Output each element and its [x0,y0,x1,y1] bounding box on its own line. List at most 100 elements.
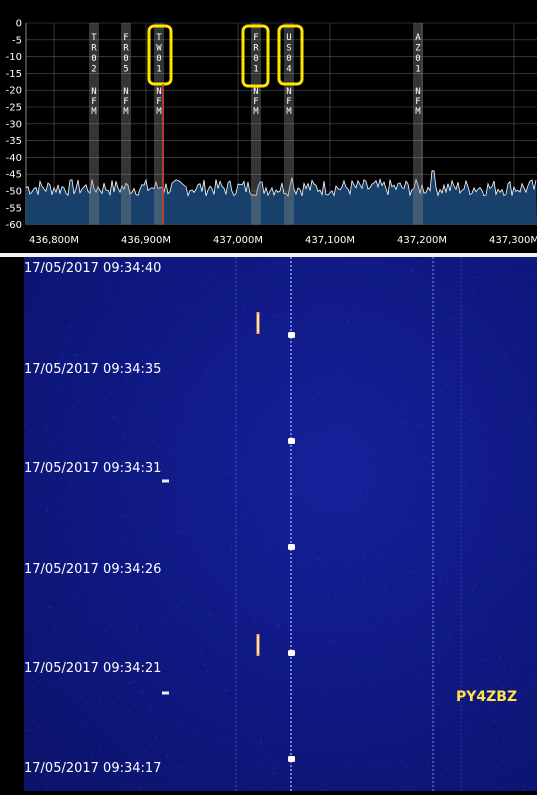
y-axis-tick-label: -15 [6,69,22,80]
noise-speck [126,288,127,289]
noise-speck [412,271,413,272]
noise-speck [227,472,228,473]
noise-speck [203,457,204,458]
noise-speck [423,261,424,262]
frequency-axis-labels: 436,800M436,900M437,000M437,100M437,200M… [29,235,537,246]
noise-speck [477,277,478,278]
noise-speck [318,472,319,473]
noise-speck [303,560,304,561]
noise-speck [174,596,175,597]
timestamp-label: 17/05/2017 09:34:21 [24,662,161,676]
noise-speck [509,508,510,509]
noise-speck [27,504,28,505]
noise-speck [183,727,184,728]
noise-speck [487,467,488,468]
noise-speck [105,430,106,431]
noise-speck [58,503,59,504]
noise-speck [55,335,56,336]
noise-speck [404,591,405,592]
noise-speck [406,766,407,767]
noise-speck [481,370,482,371]
noise-speck [479,473,480,474]
waterfall-area[interactable] [24,257,537,791]
noise-speck [503,682,504,683]
noise-speck [89,450,90,451]
noise-speck [116,622,117,623]
noise-speck [236,703,237,704]
noise-speck [321,276,322,277]
noise-speck [382,351,383,352]
noise-speck [327,486,328,487]
noise-speck [474,616,475,617]
noise-speck [155,380,156,381]
noise-speck [439,264,440,265]
noise-speck [514,271,515,272]
signal-blip [288,756,295,762]
noise-speck [253,683,254,684]
noise-speck [515,380,516,381]
noise-speck [382,343,383,344]
noise-speck [286,432,287,433]
noise-speck [394,650,395,651]
noise-speck [66,453,67,454]
noise-speck [243,304,244,305]
noise-speck [298,317,299,318]
noise-speck [281,629,282,630]
noise-speck [422,588,423,589]
noise-speck [260,258,261,259]
noise-speck [475,584,476,585]
noise-speck [169,358,170,359]
noise-speck [494,359,495,360]
noise-speck [149,678,150,679]
noise-speck [322,652,323,653]
noise-speck [109,457,110,458]
noise-speck [35,654,36,655]
noise-speck [210,273,211,274]
noise-speck [459,645,460,646]
noise-speck [409,568,410,569]
noise-speck [400,417,401,418]
noise-speck [285,704,286,705]
noise-speck [25,420,26,421]
noise-speck [434,355,435,356]
noise-speck [314,274,315,275]
noise-speck [393,785,394,786]
noise-speck [461,363,462,364]
waterfall-panel[interactable]: 17/05/2017 09:34:40 17/05/2017 09:34:35 … [0,257,537,791]
spectrum-panel[interactable]: 0-5-10-15-20-25-30-35-40-45-50-55-60 TR0… [0,0,537,253]
noise-speck [333,319,334,320]
noise-speck [227,610,228,611]
noise-speck [293,493,294,494]
noise-speck [504,285,505,286]
noise-speck [140,499,141,500]
noise-speck [310,404,311,405]
noise-speck [444,788,445,789]
noise-speck [288,776,289,777]
noise-speck [297,287,298,288]
channel-name-char: 1 [156,65,161,75]
noise-speck [184,494,185,495]
noise-speck [193,733,194,734]
noise-speck [408,789,409,790]
noise-speck [92,697,93,698]
noise-speck [50,443,51,444]
noise-speck [360,338,361,339]
noise-speck [335,638,336,639]
noise-speck [492,684,493,685]
noise-speck [280,264,281,265]
noise-speck [496,767,497,768]
noise-speck [175,340,176,341]
noise-speck [522,382,523,383]
noise-speck [412,736,413,737]
noise-speck [186,455,187,456]
y-axis-tick-label: -20 [6,86,22,97]
noise-speck [501,780,502,781]
noise-speck [115,416,116,417]
noise-speck [120,615,121,616]
noise-speck [162,591,163,592]
noise-speck [361,608,362,609]
noise-speck [253,690,254,691]
noise-speck [380,339,381,340]
noise-speck [141,552,142,553]
noise-speck [499,428,500,429]
